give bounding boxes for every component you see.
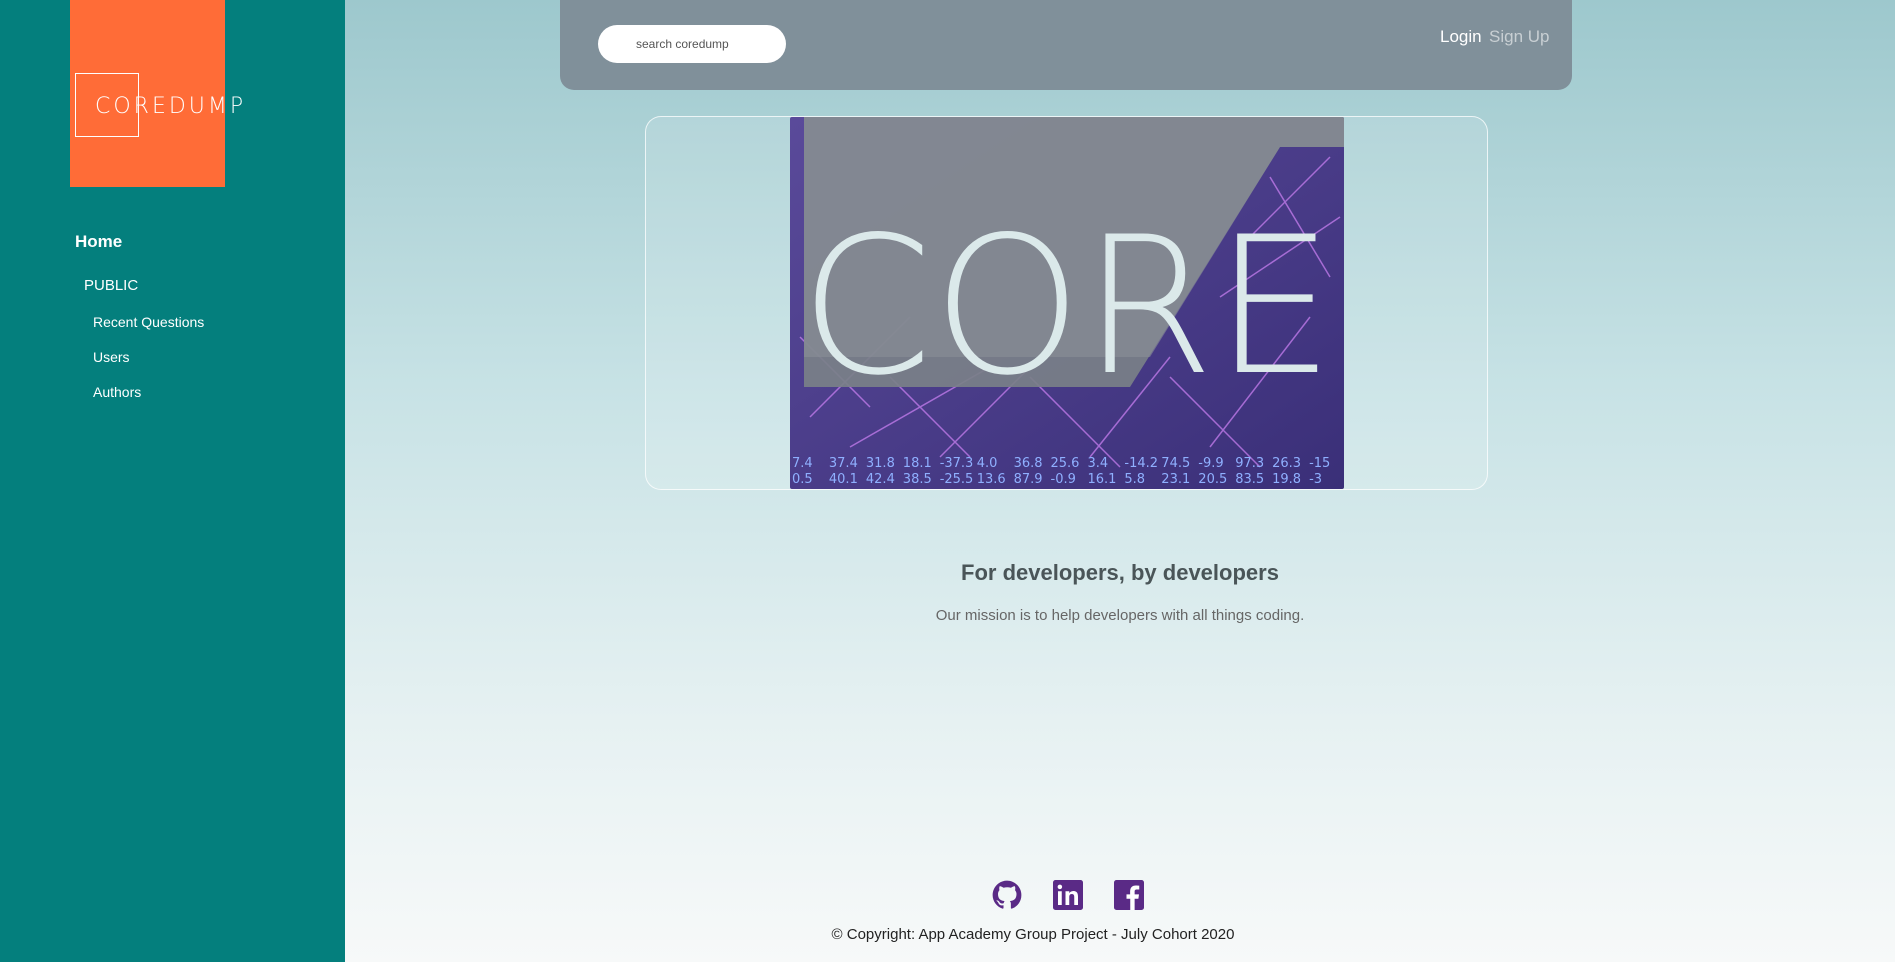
nav-home-link[interactable]: Home bbox=[75, 232, 122, 252]
sidebar-item-authors[interactable]: Authors bbox=[93, 384, 141, 400]
nav-section-public: PUBLIC bbox=[84, 277, 139, 294]
hero-number: 25.6 bbox=[1051, 456, 1080, 471]
logo[interactable]: COREDUMP bbox=[70, 0, 243, 187]
hero-number: 37.4 bbox=[829, 456, 858, 471]
hero-number: 18.1 bbox=[903, 456, 932, 471]
hero-number: 7.4 bbox=[792, 456, 813, 471]
sidebar-item-recent-questions[interactable]: Recent Questions bbox=[93, 314, 204, 330]
linkedin-icon[interactable] bbox=[1053, 880, 1083, 910]
hero-card: CORE 7.4 37.4 31.8 18.1 -37.3 4.0 36.8 25.6 3.4-… bbox=[645, 116, 1488, 490]
hero-number: 40.1 bbox=[829, 472, 858, 487]
hero-number: 0.5 bbox=[792, 472, 813, 487]
hero-number: 97.3 bbox=[1235, 456, 1264, 471]
page-headline: For developers, by developers bbox=[961, 560, 1279, 585]
hero-number: -9.9 bbox=[1198, 456, 1223, 471]
hero-number: 23.1 bbox=[1161, 472, 1190, 487]
hero-number: -37.3 bbox=[940, 456, 974, 471]
hero-number: 20.5 bbox=[1198, 472, 1227, 487]
hero-number: 38.5 bbox=[903, 472, 932, 487]
hero-number: -25.5 bbox=[940, 472, 974, 487]
hero-image: CORE 7.4 37.4 31.8 18.1 -37.3 4.0 36.8 25.6 3.4-… bbox=[790, 117, 1344, 489]
facebook-icon[interactable] bbox=[1114, 880, 1144, 910]
hero-number: 74.5 bbox=[1161, 456, 1190, 471]
hero-number: -15 bbox=[1309, 456, 1330, 471]
hero-number: -3 bbox=[1309, 472, 1322, 487]
hero-number: -0.9 bbox=[1051, 472, 1076, 487]
github-icon[interactable] bbox=[992, 880, 1022, 910]
hero-number: 31.8 bbox=[866, 456, 895, 471]
hero-number: 16.1 bbox=[1088, 472, 1117, 487]
signup-link[interactable]: Sign Up bbox=[1489, 27, 1549, 47]
hero-number: 4.0 bbox=[977, 456, 998, 471]
login-link[interactable]: Login bbox=[1440, 27, 1482, 47]
hero-number: 83.5 bbox=[1235, 472, 1264, 487]
hero-number: -14.2 bbox=[1124, 456, 1158, 471]
mission-tagline: Our mission is to help developers with a… bbox=[935, 607, 1305, 624]
hero-number: 19.8 bbox=[1272, 472, 1301, 487]
copyright-text: © Copyright: App Academy Group Project -… bbox=[831, 926, 1235, 943]
hero-number: 26.3 bbox=[1272, 456, 1301, 471]
hero-number: 5.8 bbox=[1124, 472, 1145, 487]
hero-number: 42.4 bbox=[866, 472, 895, 487]
hero-core-text: CORE bbox=[800, 196, 1334, 417]
hero-number: 87.9 bbox=[1014, 472, 1043, 487]
sidebar-item-users[interactable]: Users bbox=[93, 349, 130, 365]
top-bar: Login Sign Up bbox=[560, 0, 1572, 90]
hero-number: 3.4 bbox=[1088, 456, 1109, 471]
sidebar: COREDUMP Home PUBLIC Recent Questions Us… bbox=[0, 0, 345, 962]
logo-text: COREDUMP bbox=[95, 94, 247, 119]
hero-number: 13.6 bbox=[977, 472, 1006, 487]
search-input[interactable] bbox=[598, 25, 786, 63]
hero-number: 36.8 bbox=[1014, 456, 1043, 471]
